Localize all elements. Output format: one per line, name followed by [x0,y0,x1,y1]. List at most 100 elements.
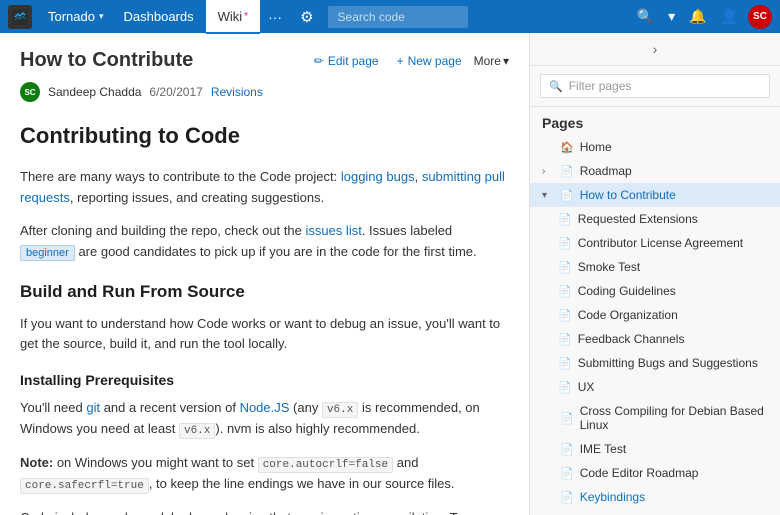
author-line: SC Sandeep Chadda 6/20/2017 Revisions [20,82,509,102]
chevron-down-icon: ▾ [503,54,509,68]
page-icon: 📄 [560,189,574,202]
sidebar-item-label: Feedback Channels [578,332,768,346]
project-name: Tornado [48,9,95,24]
safecrfl-code: core.safecrfl=true [20,478,149,494]
sidebar-item-label: Code Editor Roadmap [580,466,768,480]
page-icon: 📄 [558,237,572,250]
filter-pages-input[interactable]: 🔍 Filter pages [540,74,770,98]
filter-placeholder: Filter pages [569,79,632,93]
page-actions: ✏ Edit page + New page More ▾ [308,51,509,71]
author-date: 6/20/2017 [149,85,202,99]
chevron-down-icon[interactable]: ▾ [664,8,679,25]
notifications-icon[interactable]: 🔔 [685,8,710,25]
more-dropdown[interactable]: More ▾ [474,54,509,68]
sidebar-item-label: Home [580,140,768,154]
user-icon[interactable]: 👤 [717,8,742,25]
author-name: Sandeep Chadda [48,85,141,99]
page-icon: 📄 [558,333,572,346]
new-page-label: New page [408,54,462,68]
sidebar-item-submitting-bugs[interactable]: 📄 Submitting Bugs and Suggestions [530,351,780,375]
author-avatar: SC [20,82,40,102]
sidebar-item-contributor-license[interactable]: 📄 Contributor License Agreement [530,231,780,255]
sidebar-item-coding-guidelines[interactable]: 📄 Coding Guidelines [530,279,780,303]
nav-tab-dashboards[interactable]: Dashboards [112,0,206,33]
search-icon[interactable]: 🔍 [633,8,658,25]
sidebar-item-ime-test[interactable]: 📄 IME Test [530,437,780,461]
paragraph-5: Code includes node module dependencies t… [20,508,509,515]
sidebar-item-label: Keybindings [580,490,768,504]
paragraph-2: After cloning and building the repo, che… [20,221,509,263]
page-icon: 📄 [558,309,572,322]
more-label: More [474,54,501,68]
beginner-badge: beginner [20,245,75,261]
revisions-link[interactable]: Revisions [211,85,263,99]
sidebar-item-cross-compiling[interactable]: 📄 Cross Compiling for Debian Based Linux [530,399,780,437]
edit-page-button[interactable]: ✏ Edit page [308,51,385,71]
sidebar-item-code-organization[interactable]: 📄 Code Organization [530,303,780,327]
issues-list-link[interactable]: issues list [305,223,361,238]
sidebar-item-label: Contributor License Agreement [578,236,768,250]
expand-icon: › [542,166,554,177]
edit-icon: ✏ [314,54,324,68]
sidebar-item-how-to-contribute[interactable]: ▾ 📄 How to Contribute [530,183,780,207]
prereq-heading: Installing Prerequisites [20,369,509,391]
note-label: Note: [20,455,53,470]
modified-indicator: * [244,11,248,22]
avatar[interactable]: SC [748,5,772,29]
settings-icon[interactable]: ⚙ [290,8,323,26]
pull-requests-link[interactable]: submitting pull requests [20,169,505,205]
pages-label: Pages [530,107,780,135]
nav-more-button[interactable]: ··· [260,9,290,25]
sidebar: › 🔍 Filter pages Pages 🏠 Home › 📄 Roadma… [530,33,780,515]
page-icon: 📄 [560,491,574,504]
autocrlf-code: core.autocrlf=false [258,457,393,473]
version-v6x-2: v6.x [179,423,215,439]
sidebar-item-ux[interactable]: 📄 UX [530,375,780,399]
sidebar-item-code-editor-roadmap[interactable]: 📄 Code Editor Roadmap [530,461,780,485]
search-input[interactable] [328,6,468,28]
sidebar-item-home[interactable]: 🏠 Home [530,135,780,159]
main-container: How to Contribute ✏ Edit page + New page… [0,33,780,515]
chevron-down-icon: ▾ [99,11,104,22]
plus-icon: + [397,54,404,68]
git-link[interactable]: git [86,400,100,415]
article-title: Contributing to Code [20,118,509,153]
paragraph-3: If you want to understand how Code works… [20,314,509,356]
edit-page-label: Edit page [328,54,379,68]
sidebar-toggle[interactable]: › [530,33,780,66]
sidebar-item-label: UX [578,380,768,394]
page-icon: 📄 [558,357,572,370]
chevron-down-icon: ▾ [542,190,554,201]
note-paragraph: Note: on Windows you might want to set c… [20,453,509,496]
sidebar-item-label: IME Test [580,442,768,456]
sidebar-item-label: Coding Guidelines [578,284,768,298]
sidebar-item-label: Cross Compiling for Debian Based Linux [580,404,768,432]
nav-tab-wiki[interactable]: Wiki* [206,0,260,33]
project-selector[interactable]: Tornado ▾ [40,0,112,33]
top-navigation: Tornado ▾ Dashboards Wiki* ··· ⚙ 🔍 ▾ 🔔 👤… [0,0,780,33]
sidebar-item-color-customization[interactable]: 📄 Color customization color id changes [530,509,780,515]
wiki-tab-label: Wiki [218,9,243,24]
sidebar-item-roadmap[interactable]: › 📄 Roadmap [530,159,780,183]
new-page-button[interactable]: + New page [391,51,468,71]
sidebar-item-requested-extensions[interactable]: 📄 Requested Extensions [530,207,780,231]
page-title: How to Contribute [20,49,193,72]
sidebar-item-feedback-channels[interactable]: 📄 Feedback Channels [530,327,780,351]
sidebar-item-label: How to Contribute [580,188,768,202]
paragraph-4: You'll need git and a recent version of … [20,398,509,441]
nodejs-link[interactable]: Node.JS [240,400,290,415]
page-icon: 📄 [558,261,572,274]
build-heading: Build and Run From Source [20,278,509,305]
app-logo[interactable] [8,5,32,29]
sidebar-item-label: Requested Extensions [578,212,768,226]
sidebar-item-smoke-test[interactable]: 📄 Smoke Test [530,255,780,279]
sidebar-item-label: Submitting Bugs and Suggestions [578,356,768,370]
dashboards-tab-label: Dashboards [124,9,194,24]
version-v6x: v6.x [322,402,358,418]
content-area: How to Contribute ✏ Edit page + New page… [0,33,530,515]
home-icon: 🏠 [560,141,574,154]
author-initials: SC [24,88,35,97]
sidebar-item-keybindings[interactable]: 📄 Keybindings [530,485,780,509]
logging-bugs-link[interactable]: logging bugs [341,169,415,184]
nav-right-actions: 🔍 ▾ 🔔 👤 SC [633,5,772,29]
